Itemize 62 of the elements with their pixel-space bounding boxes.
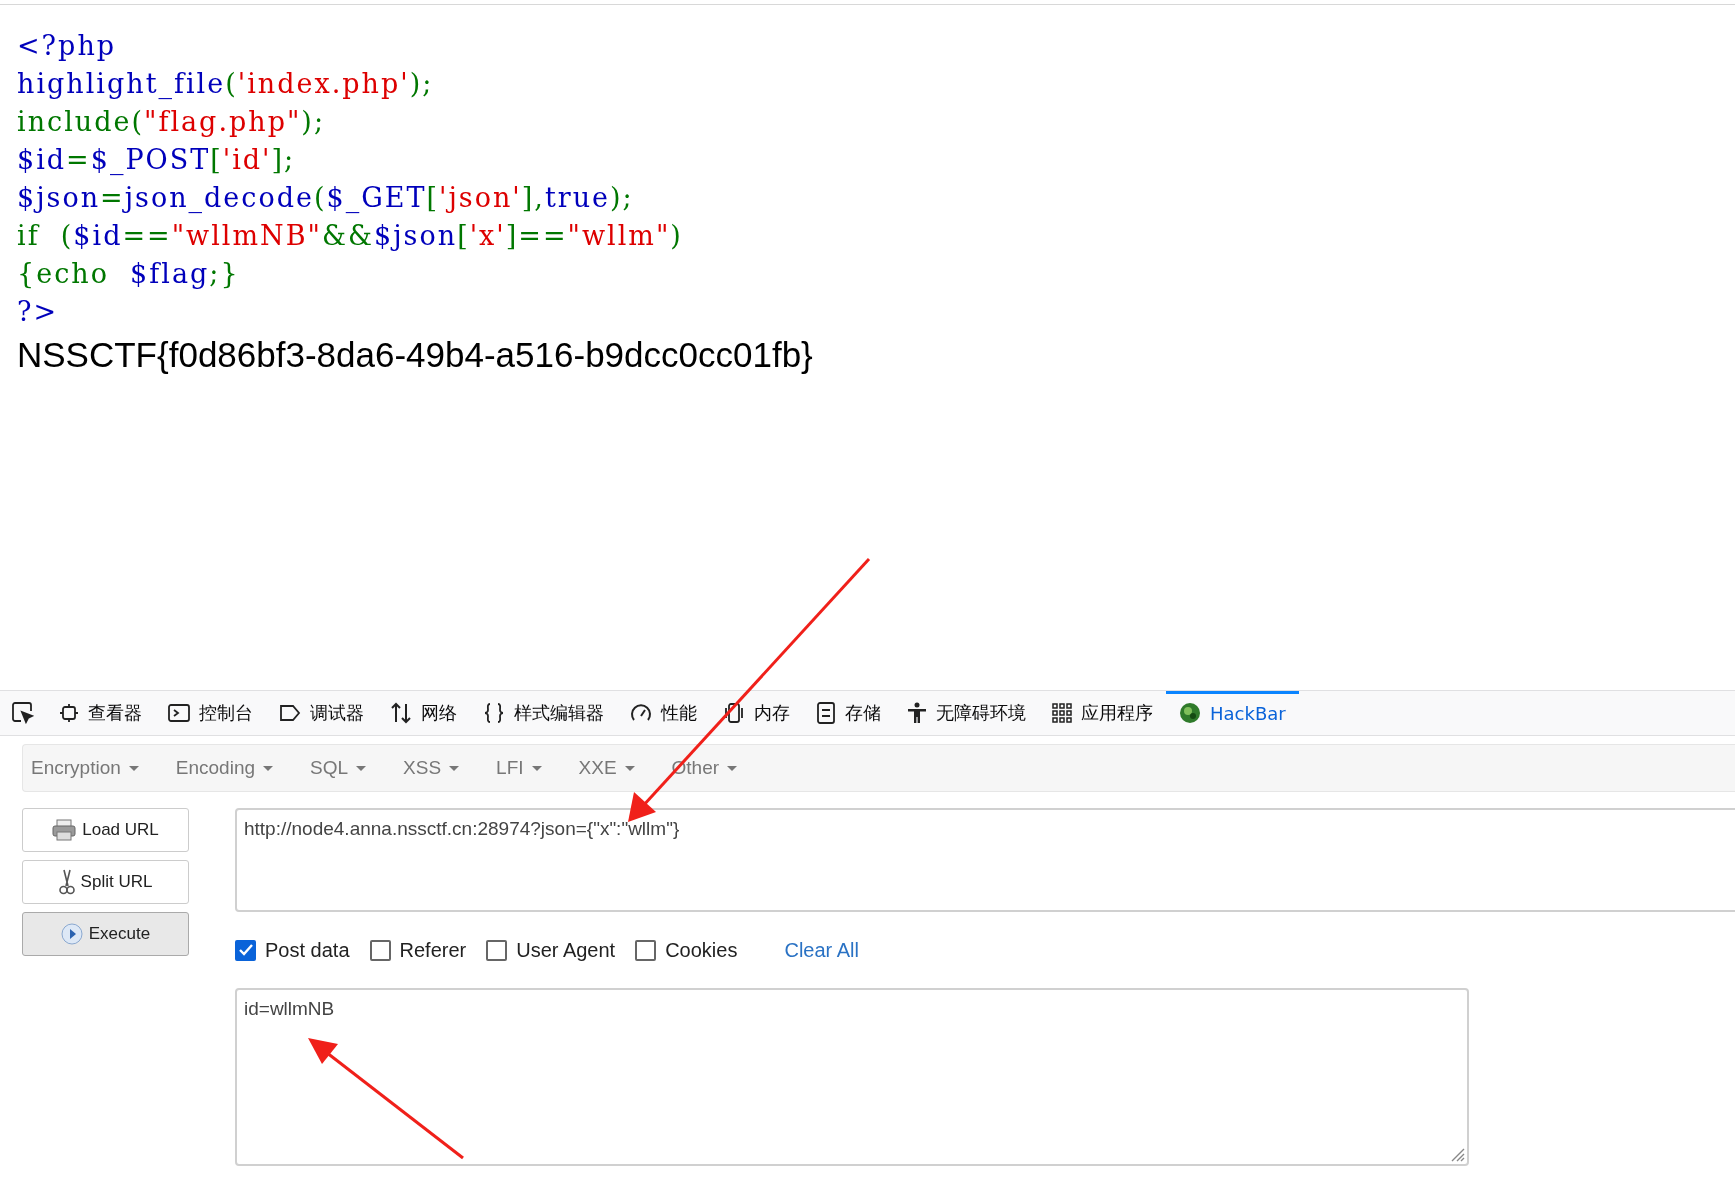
caret-icon	[449, 765, 460, 771]
devtools-tab[interactable]: 控制台	[155, 691, 266, 735]
printer-icon	[52, 819, 77, 841]
orb-icon	[1179, 702, 1201, 724]
devtools-tab[interactable]: 调试器	[266, 691, 377, 735]
checkbox[interactable]	[369, 939, 391, 961]
person-icon	[907, 702, 927, 724]
gauge-icon	[630, 703, 652, 723]
code-line: $id=$_POST['id'];	[17, 143, 296, 177]
url-field[interactable]: http://node4.anna.nssctf.cn:28974?json={"x":"wllm"}	[235, 808, 1735, 912]
option-checkbox[interactable]: Cookies	[635, 938, 738, 962]
dropdown-menu[interactable]: XSS	[403, 757, 470, 779]
checkbox[interactable]	[235, 939, 256, 961]
code-line: <?php	[17, 29, 117, 63]
dropdown-menu[interactable]: Encoding	[175, 757, 283, 779]
dropdown-menu[interactable]: Encryption	[31, 757, 149, 779]
code-line: highlight_file('index.php');	[17, 67, 434, 101]
code-line: if ($id=="wllmNB"&&$json['x']=="wllm")	[17, 219, 683, 253]
caret-icon	[128, 765, 139, 771]
scissors-icon	[58, 869, 75, 895]
code-line: ?>	[17, 295, 59, 329]
play-icon	[60, 923, 83, 945]
devtools-tab[interactable]: 存储	[803, 691, 894, 735]
action-button[interactable]: Execute	[22, 912, 189, 956]
up-down-arrows-icon	[390, 702, 412, 724]
storage-icon	[816, 702, 836, 724]
dropdown-menu[interactable]: LFI	[496, 757, 552, 779]
checkbox[interactable]	[486, 939, 508, 961]
post-data-field[interactable]: id=wllmNB	[235, 988, 1469, 1166]
action-button[interactable]: Load URL	[22, 808, 189, 852]
code-line: $json=json_decode($_GET['json'],true);	[17, 181, 634, 215]
braces-icon	[483, 702, 505, 724]
devtools-tab[interactable]: HackBar	[1166, 691, 1299, 735]
caret-icon	[263, 765, 273, 771]
code-line: {echo $flag;}	[17, 257, 240, 291]
dropdown-menu[interactable]: SQL	[310, 757, 377, 779]
devtools-tab[interactable]: 样式编辑器	[470, 691, 617, 735]
code-line: include("flag.php");	[17, 105, 325, 139]
action-button[interactable]: Split URL	[22, 860, 189, 904]
flag-output: NSSCTF{f0d86bf3-8da6-49b4-a516-b9dcc0cc01fb}	[17, 335, 813, 375]
caret-icon	[727, 765, 738, 771]
devtools-tab[interactable]: 网络	[377, 691, 470, 735]
grid-icon	[1052, 703, 1072, 723]
devtools-tab[interactable]: 性能	[617, 691, 710, 735]
option-checkbox[interactable]: Referer	[369, 938, 467, 962]
caret-icon	[356, 765, 367, 771]
memory-chip-icon	[723, 702, 745, 724]
devtools-tab[interactable]: 应用程序	[1039, 691, 1166, 735]
option-checkbox[interactable]: Post data	[235, 938, 350, 962]
devtools-tab[interactable]: 无障碍环境	[894, 691, 1039, 735]
option-checkbox[interactable]: User Agent	[486, 938, 616, 962]
checkbox[interactable]	[635, 939, 657, 961]
caret-icon	[624, 765, 635, 771]
clear-all-link[interactable]: Clear All	[784, 938, 859, 962]
chip-icon	[59, 703, 79, 723]
devtools-tab[interactable]: 内存	[710, 691, 803, 735]
terminal-icon	[168, 703, 190, 723]
caret-icon	[531, 765, 542, 771]
dropdown-menu[interactable]: XXE	[578, 757, 645, 779]
devtools-tab[interactable]: 查看器	[46, 691, 155, 735]
tag-icon	[279, 704, 301, 722]
resize-grip-icon[interactable]	[1449, 1146, 1465, 1162]
